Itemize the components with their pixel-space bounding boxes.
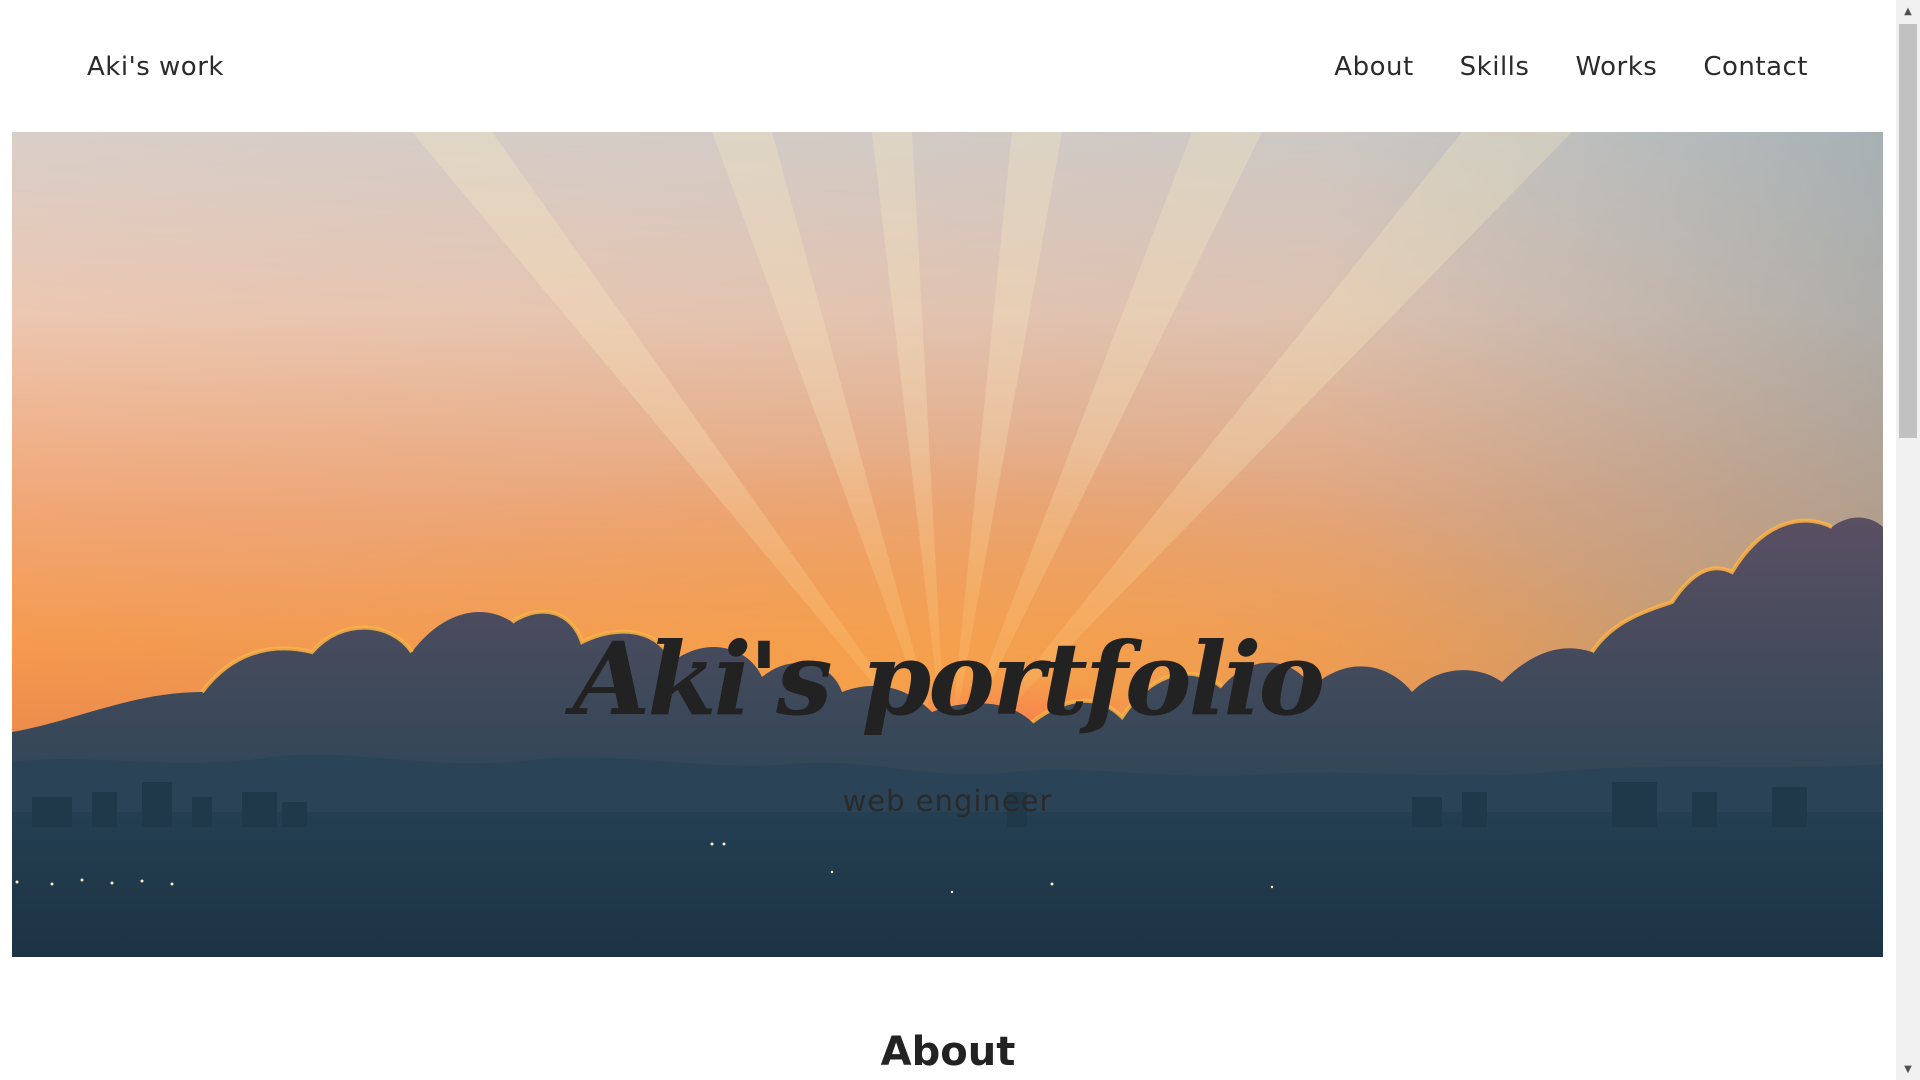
hero-background-image — [12, 132, 1883, 957]
hero-title: Aki's portfolio — [572, 620, 1325, 738]
nav-item-contact[interactable]: Contact — [1703, 52, 1808, 82]
nav-item-skills[interactable]: Skills — [1460, 52, 1530, 82]
site-header: Aki's work About Skills Works Contact — [0, 0, 1896, 132]
page: Aki's work About Skills Works Contact Ak… — [0, 0, 1920, 1080]
chevron-down-icon[interactable]: ▼ — [1896, 1060, 1920, 1078]
chevron-up-icon[interactable]: ▲ — [1896, 2, 1920, 20]
about-heading: About — [880, 1029, 1016, 1075]
nav-item-works[interactable]: Works — [1575, 52, 1657, 82]
scroll-thumb[interactable] — [1899, 24, 1917, 438]
vertical-scrollbar[interactable]: ▲ ▼ — [1896, 0, 1920, 1080]
hero-section: Aki's portfolio web engineer — [12, 132, 1883, 957]
nav-item-about[interactable]: About — [1334, 52, 1413, 82]
hero-subtitle: web engineer — [842, 784, 1053, 818]
brand-link[interactable]: Aki's work — [87, 52, 224, 82]
main-nav: About Skills Works Contact — [1334, 52, 1808, 82]
